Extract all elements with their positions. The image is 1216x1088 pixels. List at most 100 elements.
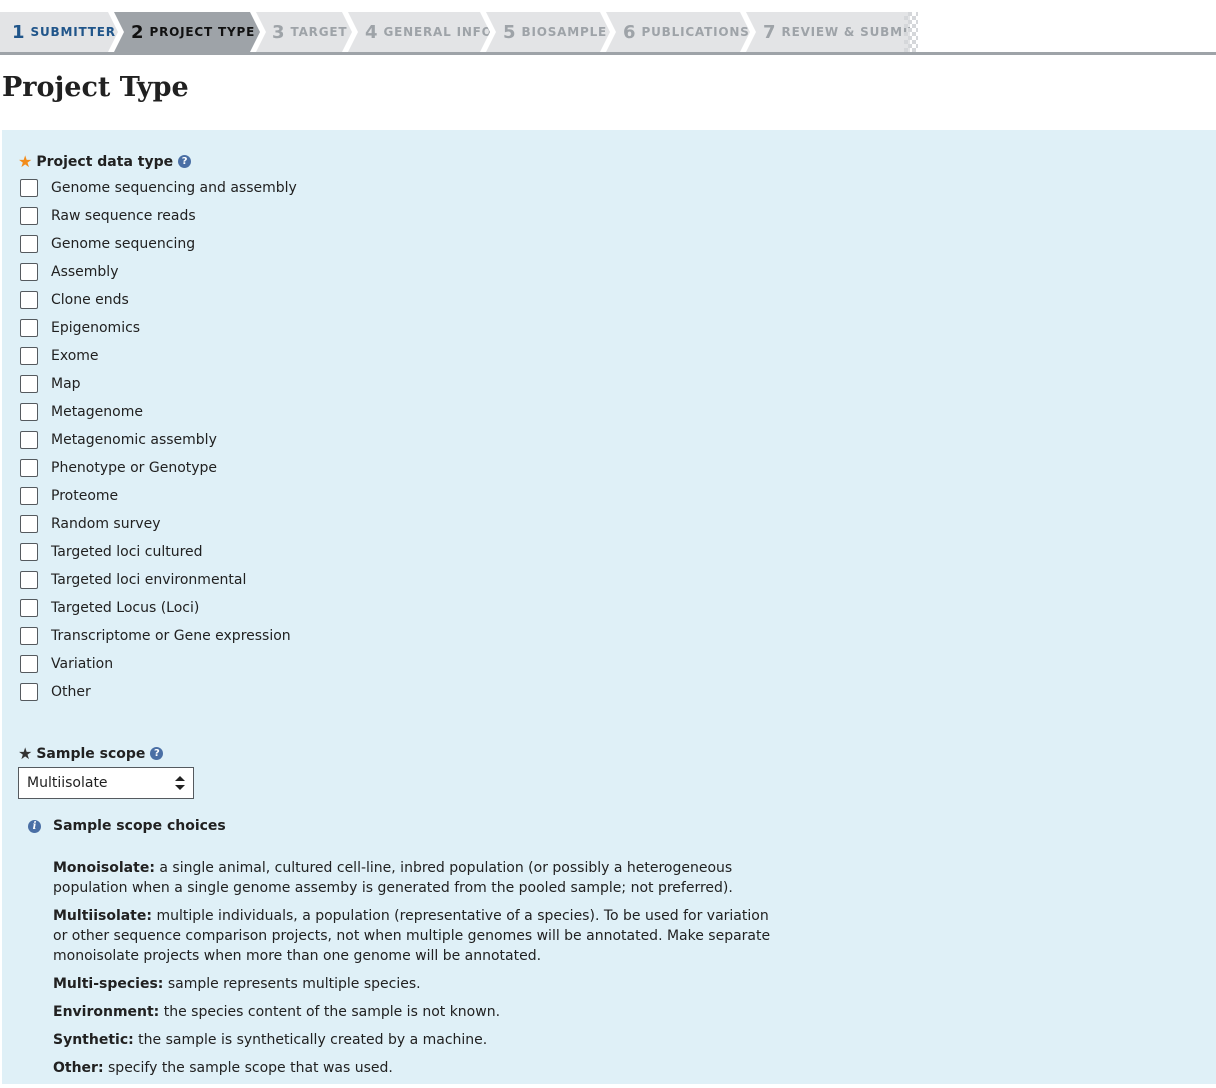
checkbox[interactable]	[20, 291, 38, 309]
step-number: 6	[623, 21, 636, 43]
checkbox-row[interactable]: Epigenomics	[20, 314, 297, 342]
step-number: 5	[503, 21, 516, 43]
checkbox-label: Targeted loci cultured	[51, 544, 203, 560]
sample-scope-select[interactable]: Multiisolate	[18, 767, 194, 799]
sample-scope-selected-value: Multiisolate	[27, 775, 108, 791]
checkbox-row[interactable]: Variation	[20, 650, 297, 678]
checkbox-label: Clone ends	[51, 292, 129, 308]
checkbox[interactable]	[20, 347, 38, 365]
scope-choice: Multiisolate: multiple individuals, a po…	[53, 906, 783, 966]
checkbox[interactable]	[20, 515, 38, 533]
checkbox-label: Raw sequence reads	[51, 208, 196, 224]
checkbox-label: Targeted Locus (Loci)	[51, 600, 200, 616]
checkbox[interactable]	[20, 207, 38, 225]
step-project-type[interactable]: 2 PROJECT TYPE	[114, 12, 260, 52]
field-label-text: Project data type	[36, 153, 174, 170]
checkbox[interactable]	[20, 459, 38, 477]
checkbox[interactable]	[20, 431, 38, 449]
checkbox[interactable]	[20, 263, 38, 281]
checkbox-row[interactable]: Assembly	[20, 258, 297, 286]
checkbox[interactable]	[20, 179, 38, 197]
checkbox[interactable]	[20, 571, 38, 589]
step-publications[interactable]: 6 PUBLICATIONS	[606, 12, 750, 52]
project-data-type-label: ★ Project data type ?	[18, 152, 192, 171]
checkbox-row[interactable]: Other	[20, 678, 297, 706]
checkbox-label: Proteome	[51, 488, 119, 504]
question-circle-icon[interactable]: ?	[178, 155, 192, 168]
checkbox-label: Transcriptome or Gene expression	[51, 628, 291, 644]
scope-choice-term: Other:	[53, 1060, 104, 1076]
checkbox[interactable]	[20, 627, 38, 645]
step-review-submit[interactable]: 7 REVIEW & SUBMIT	[746, 12, 910, 52]
checkbox-row[interactable]: Clone ends	[20, 286, 297, 314]
info-circle-icon: i	[28, 819, 41, 833]
checkbox-label: Genome sequencing and assembly	[51, 180, 297, 196]
checkbox[interactable]	[20, 655, 38, 673]
scope-choice-desc: specify the sample scope that was used.	[108, 1060, 393, 1076]
step-label: TARGET	[290, 25, 348, 39]
checkbox[interactable]	[20, 319, 38, 337]
checkbox-row[interactable]: Genome sequencing and assembly	[20, 174, 297, 202]
question-circle-icon[interactable]: ?	[150, 747, 164, 760]
info-heading-text: Sample scope choices	[53, 818, 226, 834]
scope-choice-desc: the species content of the sample is not…	[163, 1004, 501, 1020]
checkbox-label: Map	[51, 376, 81, 392]
step-number: 1	[12, 21, 25, 43]
scope-choice-desc: sample represents multiple species.	[167, 976, 421, 992]
step-number: 2	[131, 21, 144, 43]
step-label: BIOSAMPLE	[521, 25, 608, 39]
scope-choice: Monoisolate: a single animal, cultured c…	[53, 858, 783, 898]
checkbox[interactable]	[20, 487, 38, 505]
required-star-icon: ★	[18, 744, 33, 763]
checkbox-label: Metagenome	[51, 404, 143, 420]
checkbox-row[interactable]: Phenotype or Genotype	[20, 454, 297, 482]
checkbox[interactable]	[20, 375, 38, 393]
checkbox-row[interactable]: Targeted Locus (Loci)	[20, 594, 297, 622]
step-target[interactable]: 3 TARGET	[256, 12, 352, 52]
checkbox-row[interactable]: Proteome	[20, 482, 297, 510]
checkbox[interactable]	[20, 235, 38, 253]
step-general-info[interactable]: 4 GENERAL INFO	[348, 12, 490, 52]
step-number: 7	[763, 21, 776, 43]
checkbox-row[interactable]: Metagenomic assembly	[20, 426, 297, 454]
checkbox-row[interactable]: Raw sequence reads	[20, 202, 297, 230]
checkbox-label: Assembly	[51, 264, 119, 280]
required-star-icon: ★	[18, 152, 33, 171]
checkbox-label: Variation	[51, 656, 114, 672]
sample-scope-choices: Monoisolate: a single animal, cultured c…	[53, 858, 783, 1086]
checkbox-label: Random survey	[51, 516, 161, 532]
checkbox-row[interactable]: Genome sequencing	[20, 230, 297, 258]
project-data-type-options: Genome sequencing and assembly Raw sequen…	[20, 174, 297, 706]
checkbox-row[interactable]: Targeted loci cultured	[20, 538, 297, 566]
scope-choice: Other: specify the sample scope that was…	[53, 1058, 783, 1078]
checkbox-label: Phenotype or Genotype	[51, 460, 218, 476]
step-biosample[interactable]: 5 BIOSAMPLE	[486, 12, 610, 52]
scope-choice: Synthetic: the sample is synthetically c…	[53, 1030, 783, 1050]
step-submitter[interactable]: 1 SUBMITTER	[0, 12, 118, 52]
checkbox[interactable]	[20, 403, 38, 421]
scope-choice-desc: a single animal, cultured cell-line, inb…	[53, 860, 733, 896]
checkbox-row[interactable]: Map	[20, 370, 297, 398]
checkbox-row[interactable]: Metagenome	[20, 398, 297, 426]
step-label: PROJECT TYPE	[149, 25, 256, 39]
checkbox[interactable]	[20, 683, 38, 701]
field-label-text: Sample scope	[36, 745, 146, 762]
step-label: GENERAL INFO	[383, 25, 493, 39]
checkbox[interactable]	[20, 599, 38, 617]
step-label: SUBMITTER	[30, 25, 116, 39]
scope-choice-term: Monoisolate:	[53, 860, 155, 876]
scope-choice-desc: multiple individuals, a population (repr…	[53, 908, 771, 964]
checkbox[interactable]	[20, 543, 38, 561]
step-number: 4	[365, 21, 378, 43]
checkbox-row[interactable]: Random survey	[20, 510, 297, 538]
checkbox-row[interactable]: Exome	[20, 342, 297, 370]
checkbox-label: Other	[51, 684, 91, 700]
step-label: PUBLICATIONS	[641, 25, 750, 39]
sample-scope-info-heading: i Sample scope choices	[28, 818, 226, 834]
checkbox-label: Exome	[51, 348, 99, 364]
scope-choice-term: Environment:	[53, 1004, 160, 1020]
scope-choice-term: Multi-species:	[53, 976, 164, 992]
step-number: 3	[272, 21, 285, 43]
checkbox-row[interactable]: Targeted loci environmental	[20, 566, 297, 594]
checkbox-row[interactable]: Transcriptome or Gene expression	[20, 622, 297, 650]
